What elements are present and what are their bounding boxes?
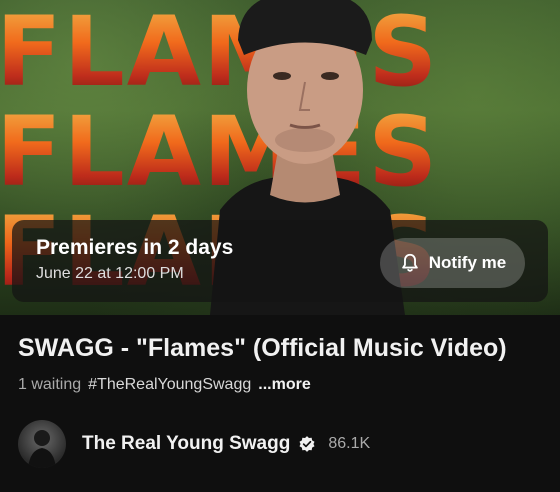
premiere-title: Premieres in 2 days [36, 236, 234, 259]
notify-me-label: Notify me [428, 253, 507, 272]
waiting-count: 1 waiting [18, 376, 82, 393]
premiere-date: June 22 at 12:00 PM [36, 265, 184, 282]
bell-icon [399, 252, 421, 274]
more-link[interactable]: ...more [258, 376, 310, 394]
verified-icon [298, 435, 316, 453]
video-meta-row: 1 waiting #TheRealYoungSwagg ...more [18, 376, 311, 394]
hashtag-link[interactable]: #TheRealYoungSwagg [88, 376, 251, 394]
channel-avatar[interactable] [18, 420, 66, 468]
channel-row: The Real Young Swagg 86.1K [18, 419, 548, 469]
video-title[interactable]: SWAGG - "Flames" (Official Music Video) [18, 334, 507, 363]
channel-name[interactable]: The Real Young Swagg [82, 433, 290, 455]
notify-me-button[interactable]: Notify me [380, 238, 525, 288]
subscriber-count: 86.1K [328, 435, 371, 452]
